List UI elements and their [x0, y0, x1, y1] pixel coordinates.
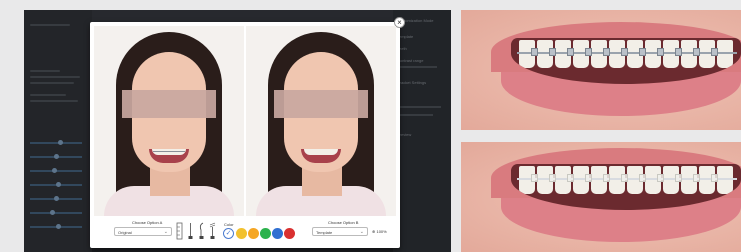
chevron-down-icon: ⌄	[359, 229, 364, 235]
option-a-value: Original	[118, 230, 132, 235]
clear-bracket	[621, 174, 628, 182]
tooth	[717, 166, 733, 194]
ruler-icon[interactable]	[176, 222, 183, 240]
clear-bracket	[567, 174, 574, 182]
chevron-down-icon: ⌄	[163, 229, 168, 235]
metal-bracket	[567, 48, 574, 56]
clear-bracket	[693, 174, 700, 182]
teeth	[152, 149, 186, 155]
clear-bracket	[639, 174, 646, 182]
zoom-level[interactable]: ⊕ 100%	[372, 229, 387, 234]
metal-bracket	[639, 48, 646, 56]
metal-bracket	[693, 48, 700, 56]
metal-bracket	[711, 48, 718, 56]
clear-bracket	[711, 174, 718, 182]
color-label: Color	[224, 222, 234, 227]
metal-bracket	[657, 48, 664, 56]
clear-bracket	[603, 174, 610, 182]
metal-brackets-closeup	[461, 10, 741, 130]
metal-bracket	[621, 48, 628, 56]
clear-bracket	[675, 174, 682, 182]
option-b-value: Template	[316, 230, 333, 235]
clear-bracket	[549, 174, 556, 182]
metal-bracket	[531, 48, 538, 56]
check-icon[interactable]: ✓	[223, 228, 234, 239]
option-b-label: Choose Option B	[328, 220, 359, 225]
option-b-select[interactable]: Template ⌄	[312, 227, 368, 236]
color-swatch-red[interactable]	[284, 228, 295, 239]
tooth	[717, 40, 733, 68]
metal-bracket	[675, 48, 682, 56]
privacy-blur	[122, 90, 216, 118]
hook-tool-icon[interactable]	[198, 222, 205, 240]
simulated-photo	[246, 26, 396, 216]
privacy-blur	[274, 90, 368, 118]
metal-brace-wire	[153, 151, 185, 152]
color-swatch-orange[interactable]	[248, 228, 259, 239]
option-a-label: Choose Option A	[132, 220, 163, 225]
clear-bracket	[531, 174, 538, 182]
metal-bracket	[603, 48, 610, 56]
clear-brackets-closeup	[461, 142, 741, 252]
color-swatch-blue[interactable]	[272, 228, 283, 239]
bracket-tool-icon[interactable]	[187, 222, 194, 240]
original-photo	[94, 26, 244, 216]
modal-toolbar: Choose Option A Original ⌄ Color ✓ Choos…	[90, 218, 400, 248]
clear-bracket	[657, 174, 664, 182]
app-window: Customization Mode Template Teeth Contra…	[24, 10, 451, 252]
teeth	[304, 149, 338, 155]
metal-bracket	[549, 48, 556, 56]
comparison-modal: × Choose Option A Original ⌄ Color ✓ Cho…	[90, 17, 405, 248]
zoom-icon: ⊕	[372, 229, 376, 234]
color-swatch-green[interactable]	[260, 228, 271, 239]
brush-tool-icon[interactable]	[209, 222, 216, 240]
stage: Customization Mode Template Teeth Contra…	[0, 0, 741, 252]
color-swatch-yellow[interactable]	[236, 228, 247, 239]
option-a-select[interactable]: Original ⌄	[114, 227, 172, 236]
clear-bracket	[585, 174, 592, 182]
zoom-value: 100%	[376, 229, 387, 234]
metal-bracket	[585, 48, 592, 56]
